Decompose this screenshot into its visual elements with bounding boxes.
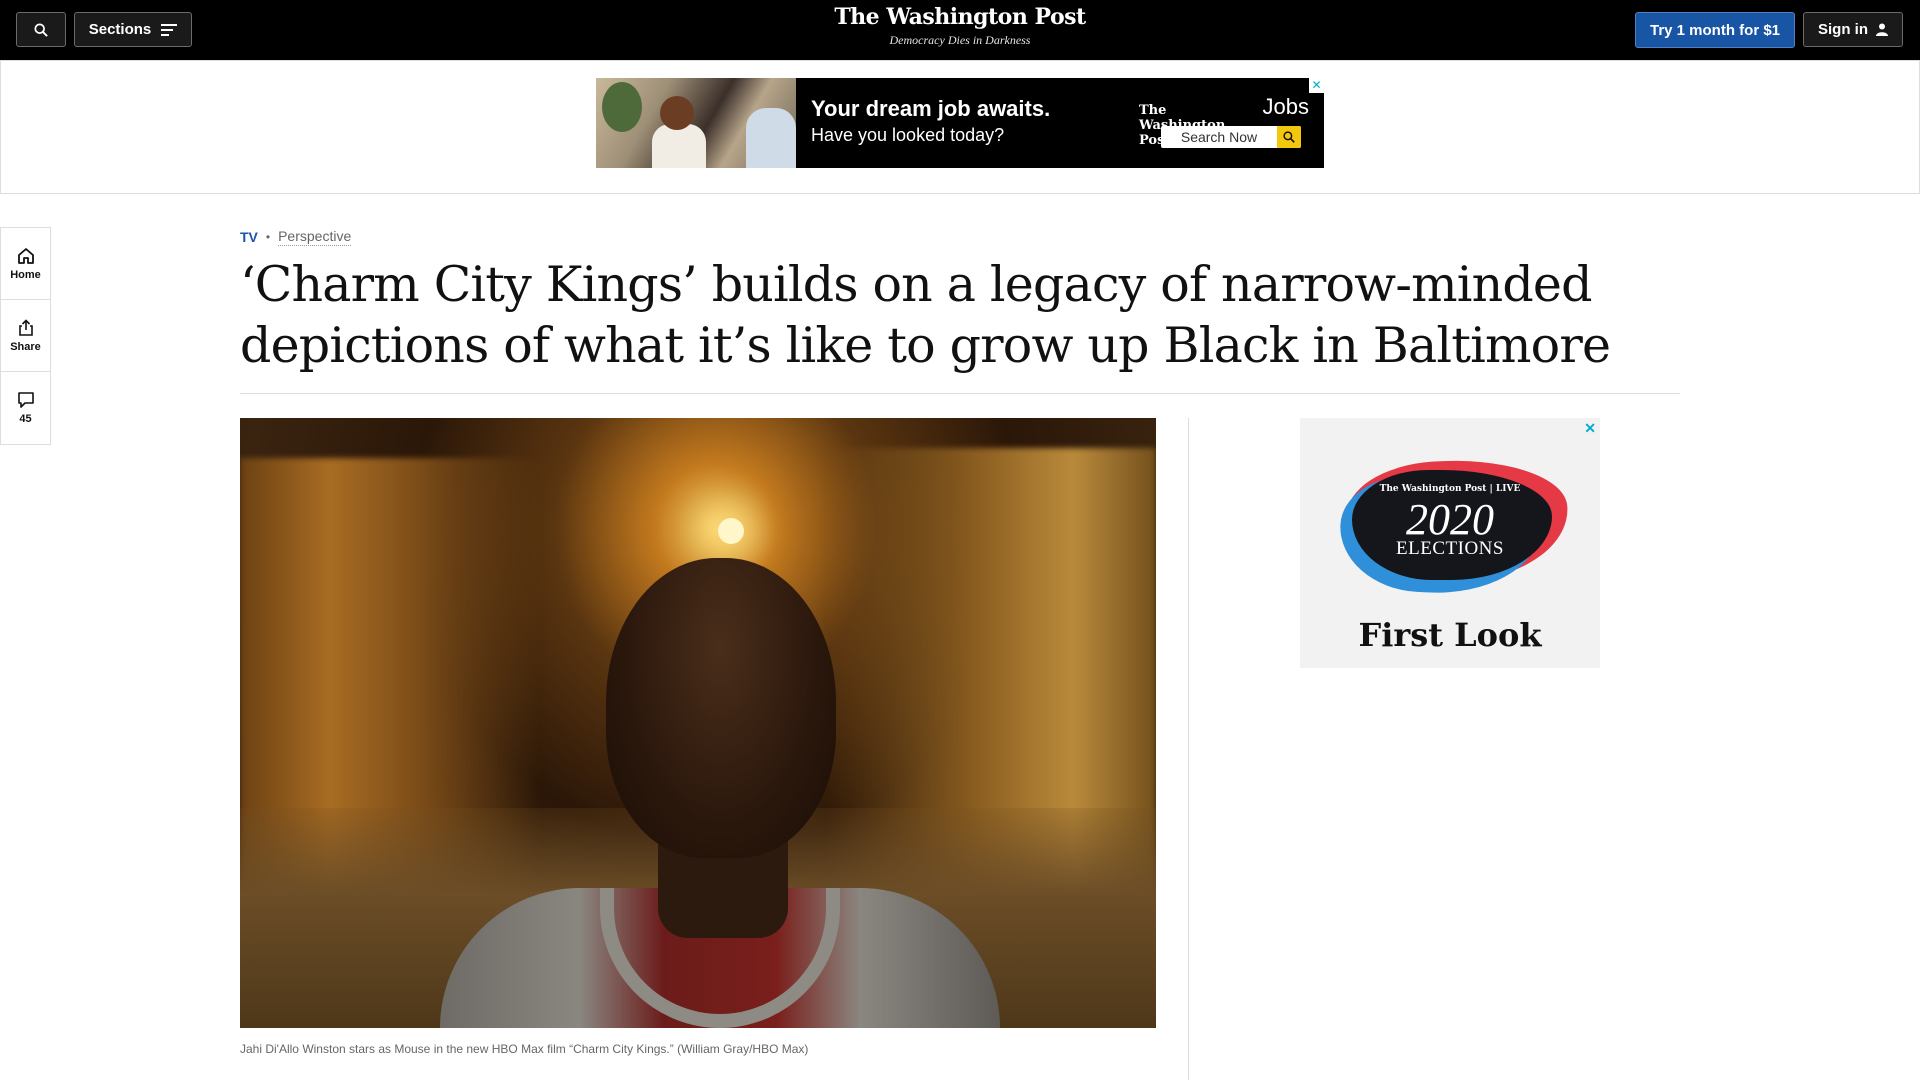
jobs-advertisement[interactable]: Your dream job awaits. Have you looked t… — [596, 78, 1324, 168]
ad-photo — [596, 78, 796, 168]
search-icon — [34, 22, 48, 37]
rail-share-button[interactable]: Share — [1, 300, 50, 372]
sections-label: Sections — [88, 21, 152, 38]
sign-in-button[interactable]: Sign in — [1803, 12, 1903, 47]
perspective-label[interactable]: Perspective — [278, 228, 352, 246]
rail-home-label: Home — [10, 268, 41, 281]
masthead[interactable]: The Washington Post Democracy Dies in Da… — [760, 4, 1160, 48]
share-icon — [18, 318, 33, 336]
site-tagline: Democracy Dies in Darkness — [889, 33, 1031, 47]
elections-advertisement[interactable]: The Washington Post | LIVE 2020 ELECTION… — [1300, 418, 1600, 668]
ad-search-icon — [1277, 126, 1301, 148]
kicker-separator: • — [265, 230, 271, 244]
rail-home-button[interactable]: Home — [1, 228, 50, 300]
search-button[interactable] — [16, 12, 66, 47]
top-navigation: Sections The Washington Post Democracy D… — [0, 0, 1920, 60]
rail-share-label: Share — [10, 340, 41, 353]
section-link[interactable]: TV — [240, 229, 258, 245]
rail-comments-button[interactable]: 45 — [1, 372, 50, 444]
ad-search-button[interactable]: Search Now — [1161, 126, 1301, 148]
lead-image[interactable] — [240, 418, 1156, 1028]
subscribe-button[interactable]: Try 1 month for $1 — [1635, 12, 1795, 48]
ad-headline: Your dream job awaits. — [811, 96, 1051, 121]
headline-divider — [240, 393, 1680, 394]
ad-brand-suffix: Jobs — [1262, 94, 1309, 119]
side-ad-title: ELECTIONS — [1396, 538, 1504, 559]
menu-icon — [161, 23, 178, 36]
article-kicker: TV • Perspective — [240, 228, 352, 246]
left-rail: Home Share 45 — [0, 227, 51, 445]
site-logo[interactable]: The Washington Post — [760, 4, 1160, 30]
side-ad-close-icon[interactable]: ✕ — [1584, 420, 1596, 437]
article-headline: ‘Charm City Kings’ builds on a legacy of… — [240, 256, 1611, 374]
side-ad-subtitle: First Look — [1358, 616, 1542, 654]
ad-search-label: Search Now — [1180, 129, 1258, 145]
side-ad-brand: The Washington Post | LIVE — [1379, 484, 1521, 494]
image-caption: Jahi Di'Allo Winston stars as Mouse in t… — [240, 1042, 809, 1056]
ad-subline: Have you looked today? — [811, 125, 1005, 145]
sign-in-label: Sign in — [1818, 21, 1868, 38]
comment-icon — [17, 392, 34, 408]
ad-close-icon[interactable]: ✕ — [1309, 78, 1324, 93]
rail-comments-count: 45 — [19, 413, 32, 425]
column-divider — [1188, 418, 1189, 1080]
user-icon — [1876, 23, 1888, 36]
sections-button[interactable]: Sections — [74, 12, 192, 47]
home-icon — [17, 247, 34, 264]
